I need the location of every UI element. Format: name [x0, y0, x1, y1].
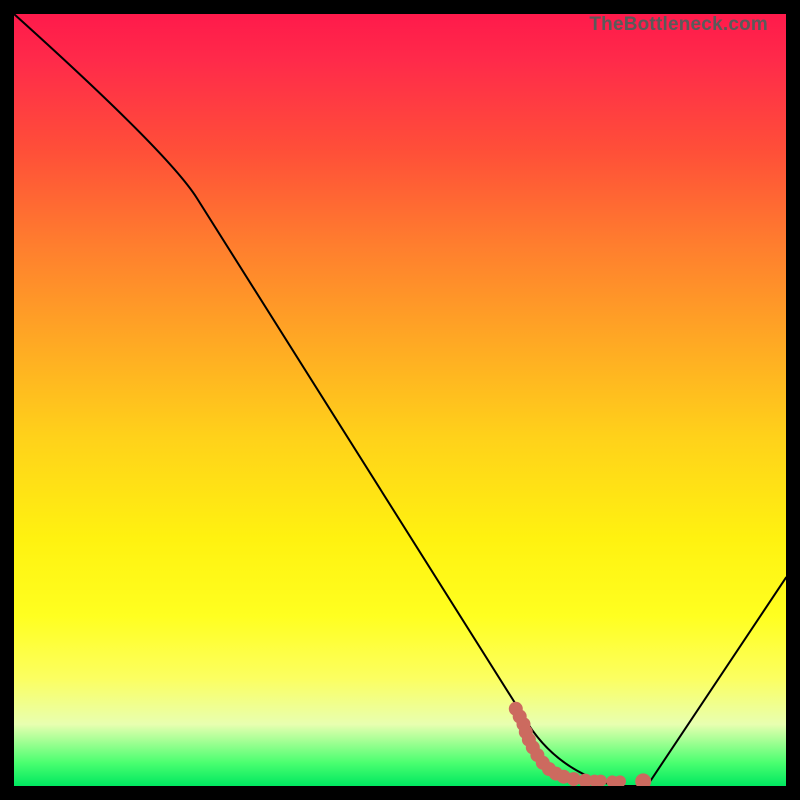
highlight-point: [635, 773, 651, 786]
plot-area: TheBottleneck.com: [14, 14, 786, 786]
chart-frame: TheBottleneck.com: [0, 0, 800, 800]
chart-svg: [14, 14, 786, 786]
bottleneck-curve: [14, 14, 786, 786]
